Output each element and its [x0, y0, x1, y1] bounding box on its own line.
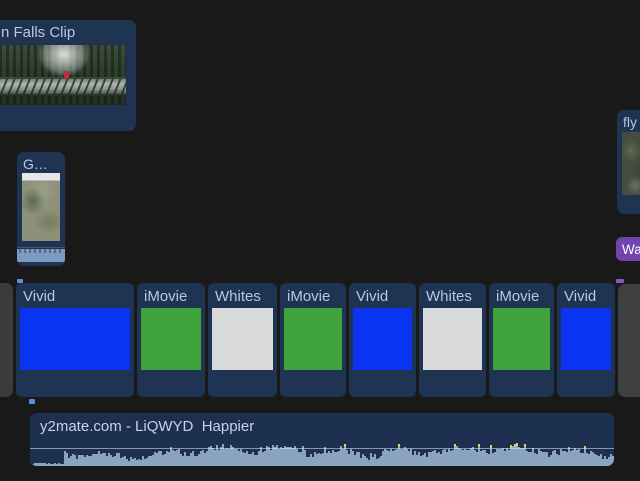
media-clip-g[interactable]: G… [17, 152, 65, 266]
timeline-clip-whites-5[interactable]: Whites [419, 283, 486, 397]
timeline-clip-title: Vivid [16, 283, 134, 307]
timeline-clip-vivid-4[interactable]: Vivid [349, 283, 416, 397]
blue-marker-icon[interactable] [17, 279, 23, 283]
timeline-clip-imovie-3[interactable]: iMovie [280, 283, 346, 397]
color-swatch [284, 308, 342, 370]
media-clip-fly[interactable]: fly [617, 110, 640, 214]
timeline-clip-title: iMovie [280, 283, 346, 307]
audio-clip-title: y2mate.com - LiQWYD Happier [30, 413, 614, 437]
g-map-thumbnail [22, 173, 60, 241]
audio-clip-y2mate[interactable]: y2mate.com - LiQWYD Happier [30, 413, 614, 466]
g-audio-waveform [17, 249, 65, 262]
timeline-clip-title: Vivid [349, 283, 416, 307]
purple-marker-icon[interactable] [616, 279, 624, 283]
clip-audio-divider [17, 247, 65, 248]
timeline-clip-title: Whites [208, 283, 277, 307]
falls-video-thumbnail [0, 45, 126, 105]
blue-marker-icon[interactable] [29, 399, 35, 404]
timeline-clip-imovie-1[interactable]: iMovie [137, 283, 205, 397]
timeline-clip-title: iMovie [489, 283, 554, 307]
imovie-timeline-pane: n Falls Clip G… fly Wa VividiMovieWhites… [0, 0, 640, 481]
timeline-clip-imovie-6[interactable]: iMovie [489, 283, 554, 397]
waveform-bar [612, 456, 614, 466]
color-swatch [353, 308, 412, 370]
g-audio-notches [19, 249, 63, 253]
timeline-clip-title: Whites [419, 283, 486, 307]
volume-control-line[interactable] [30, 448, 614, 449]
media-clip-wa-title: Wa [616, 237, 640, 260]
media-clip-fly-title: fly [617, 110, 640, 132]
timeline-clip-whites-2[interactable]: Whites [208, 283, 277, 397]
map-toolbar-graphic [22, 173, 60, 181]
media-clip-wa[interactable]: Wa [616, 237, 640, 261]
timeline-clip-title: iMovie [137, 283, 205, 307]
person-in-red-graphic [64, 71, 69, 79]
color-swatch [141, 308, 201, 370]
color-swatch [423, 308, 482, 370]
timeline-clip-offscreen-right[interactable] [618, 284, 640, 397]
media-clip-falls[interactable]: n Falls Clip [0, 20, 136, 131]
color-swatch [20, 308, 130, 370]
timeline-clip-vivid-7[interactable]: Vivid [557, 283, 615, 397]
timeline-clip-offscreen-left[interactable] [0, 283, 13, 397]
timeline-clip-vivid-0[interactable]: Vivid [16, 283, 134, 397]
audio-waveform [30, 442, 614, 466]
bridge-graphic [0, 77, 126, 96]
fly-video-thumbnail [622, 132, 640, 195]
media-clip-g-title: G… [17, 152, 65, 174]
color-swatch [493, 308, 550, 370]
media-clip-falls-title: n Falls Clip [0, 20, 136, 43]
color-swatch [561, 308, 611, 370]
color-swatch [212, 308, 273, 370]
timeline-clip-title: Vivid [557, 283, 615, 307]
